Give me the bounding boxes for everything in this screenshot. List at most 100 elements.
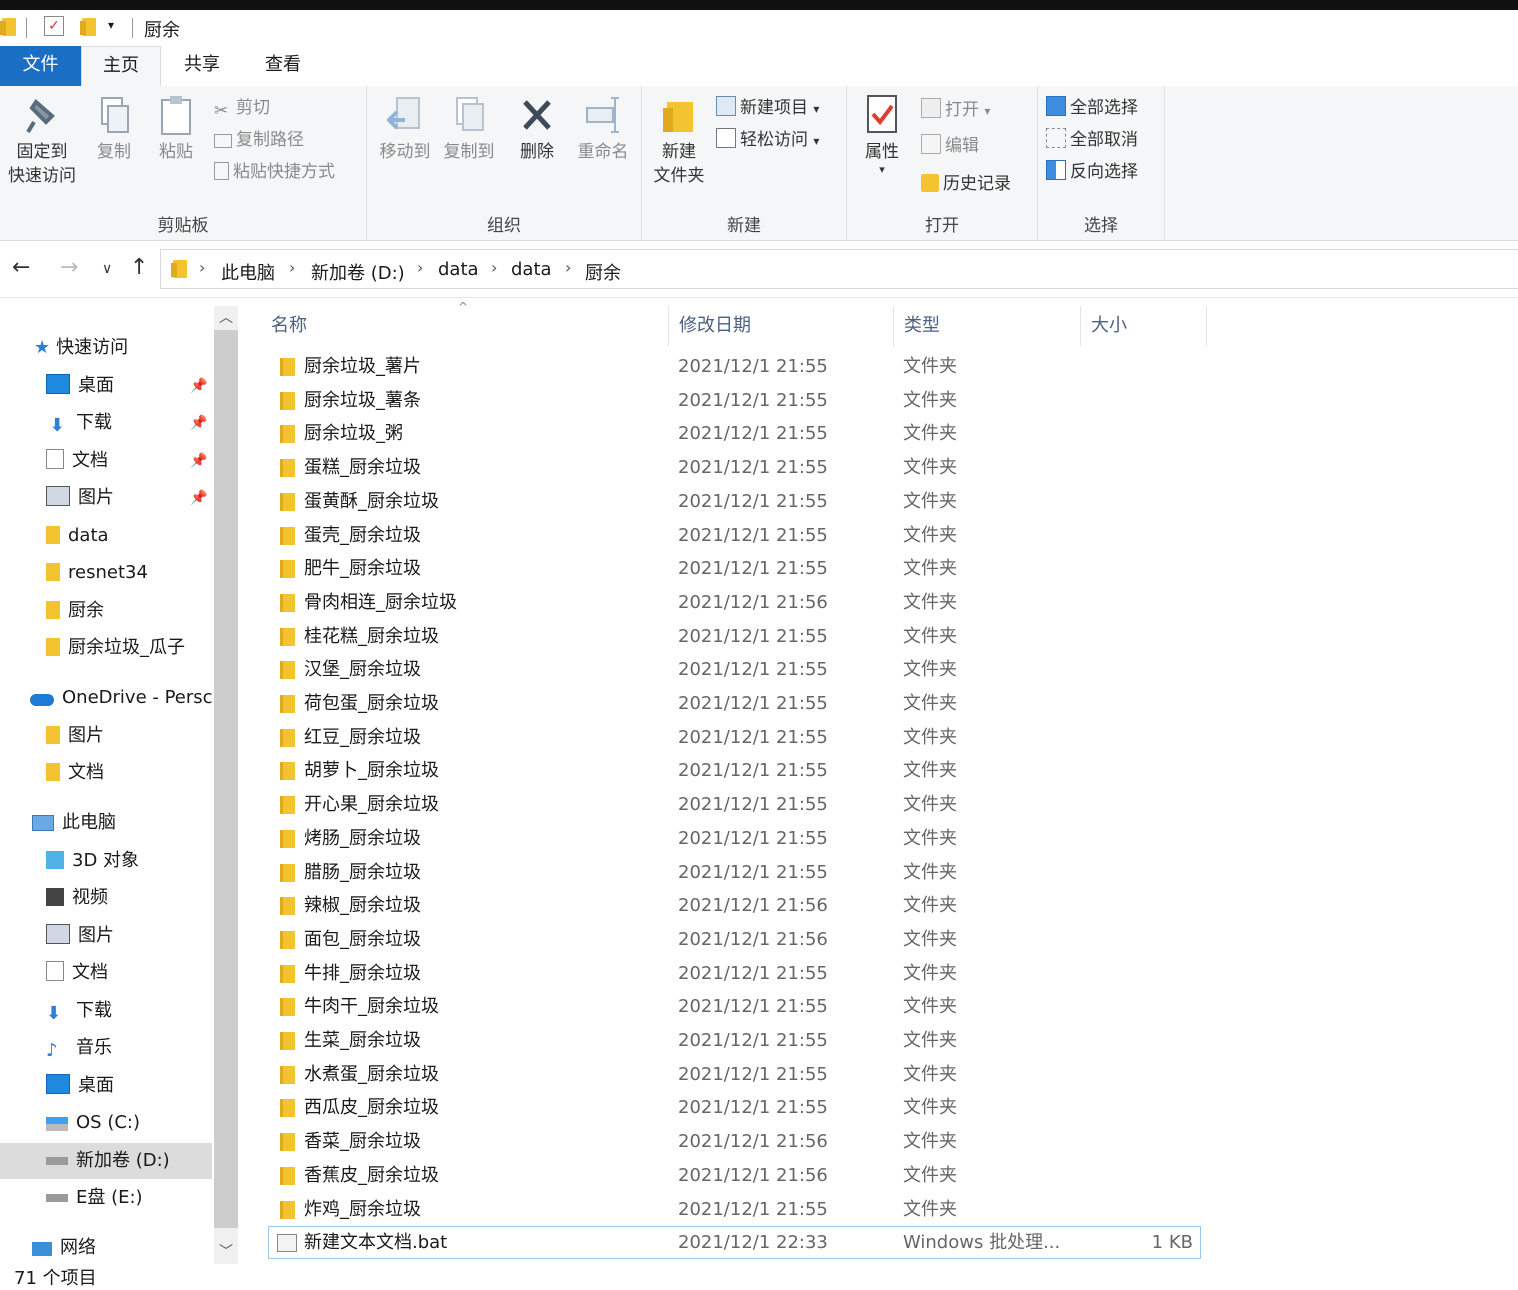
file-row[interactable]: 桂花糕_厨余垃圾 2021/12/1 21:55 文件夹 <box>268 620 1201 653</box>
sidebar-onedrive[interactable]: OneDrive - Persc <box>30 680 213 716</box>
breadcrumb-current[interactable]: 厨余 <box>585 259 621 285</box>
file-row[interactable]: 西瓜皮_厨余垃圾 2021/12/1 21:55 文件夹 <box>268 1091 1201 1124</box>
up-arrow-icon[interactable]: ↑ <box>130 255 148 280</box>
select-all-button[interactable]: 全部选择 <box>1046 94 1138 122</box>
breadcrumb-chevron-icon[interactable]: › <box>417 258 423 277</box>
customize-quick-access-chevron-icon[interactable]: ▾ <box>108 18 114 32</box>
sidebar-item-resnet34[interactable]: resnet34 <box>46 555 148 591</box>
new-folder-quick-icon[interactable] <box>80 18 96 36</box>
open-button[interactable]: 打开 ▾ <box>921 96 990 124</box>
delete-button[interactable]: 删除 <box>509 86 565 164</box>
breadcrumb-data[interactable]: data <box>511 259 552 280</box>
new-folder-button[interactable]: 新建 文件夹 <box>646 86 712 188</box>
file-row[interactable]: 骨肉相连_厨余垃圾 2021/12/1 21:56 文件夹 <box>268 586 1201 619</box>
file-row[interactable]: 香蕉皮_厨余垃圾 2021/12/1 21:56 文件夹 <box>268 1159 1201 1192</box>
sidebar-item-pc-documents[interactable]: 文档 <box>46 955 108 991</box>
recent-locations-chevron-icon[interactable]: ∨ <box>102 261 112 277</box>
tab-share[interactable]: 共享 <box>164 46 240 86</box>
copy-path-button[interactable]: 复制路径 <box>214 126 304 154</box>
sidebar-item-data[interactable]: data <box>46 518 109 554</box>
file-row[interactable]: 红豆_厨余垃圾 2021/12/1 21:55 文件夹 <box>268 721 1201 754</box>
scroll-down-arrow-icon[interactable]: ﹀ <box>214 1240 238 1264</box>
file-row[interactable]: 牛肉干_厨余垃圾 2021/12/1 21:55 文件夹 <box>268 990 1201 1023</box>
sidebar-item-downloads[interactable]: ⬇ 下载 <box>46 405 112 441</box>
file-row[interactable]: 新建文本文档.bat 2021/12/1 22:33 Windows 批处理... 1… <box>268 1226 1201 1260</box>
file-row[interactable]: 水煮蛋_厨余垃圾 2021/12/1 21:55 文件夹 <box>268 1058 1201 1091</box>
column-header-date[interactable]: 修改日期 <box>679 306 751 346</box>
column-header-type[interactable]: 类型 <box>904 306 940 346</box>
breadcrumb-chevron-icon[interactable]: › <box>565 258 571 277</box>
file-row[interactable]: 开心果_厨余垃圾 2021/12/1 21:55 文件夹 <box>268 788 1201 821</box>
breadcrumb-chevron-icon[interactable]: › <box>289 258 295 277</box>
breadcrumb-chevron-icon[interactable]: › <box>491 258 497 277</box>
file-row[interactable]: 汉堡_厨余垃圾 2021/12/1 21:55 文件夹 <box>268 653 1201 686</box>
forward-arrow-icon[interactable]: → <box>60 255 78 280</box>
column-divider[interactable] <box>893 306 894 346</box>
file-row[interactable]: 牛排_厨余垃圾 2021/12/1 21:55 文件夹 <box>268 957 1201 990</box>
file-row[interactable]: 荷包蛋_厨余垃圾 2021/12/1 21:55 文件夹 <box>268 687 1201 720</box>
file-row[interactable]: 蛋糕_厨余垃圾 2021/12/1 21:55 文件夹 <box>268 451 1201 484</box>
copy-to-button[interactable]: 复制到 <box>437 86 501 164</box>
address-box[interactable]: › 此电脑 › 新加卷 (D:) › data › data › 厨余 <box>160 249 1518 289</box>
paste-button[interactable]: 粘贴 <box>150 86 202 164</box>
file-row[interactable]: 蛋黄酥_厨余垃圾 2021/12/1 21:55 文件夹 <box>268 485 1201 518</box>
sidebar-item-guazi[interactable]: 厨余垃圾_瓜子 <box>46 630 185 666</box>
breadcrumb-chevron-icon[interactable]: › <box>199 258 205 277</box>
new-item-button[interactable]: 新建项目 ▾ <box>716 94 819 122</box>
tab-view[interactable]: 查看 <box>245 46 321 86</box>
breadcrumb-data[interactable]: data <box>438 259 479 280</box>
file-row[interactable]: 炸鸡_厨余垃圾 2021/12/1 21:55 文件夹 <box>268 1193 1201 1226</box>
sidebar-item-videos[interactable]: 视频 <box>46 880 108 916</box>
sidebar-item-documents[interactable]: 文档 <box>46 443 108 479</box>
sidebar-item-pictures[interactable]: 图片 <box>46 480 114 516</box>
file-row[interactable]: 厨余垃圾_粥 2021/12/1 21:55 文件夹 <box>268 417 1201 450</box>
breadcrumb-drive-d[interactable]: 新加卷 (D:) <box>311 259 405 285</box>
edit-button[interactable]: 编辑 <box>921 132 979 160</box>
sidebar-network[interactable]: 网络 <box>32 1230 96 1264</box>
sidebar-item-od-documents[interactable]: 文档 <box>46 755 104 791</box>
move-to-button[interactable]: 移动到 <box>373 86 437 164</box>
scrollbar-thumb[interactable] <box>214 330 238 1228</box>
sidebar-item-pc-downloads[interactable]: ⬇ 下载 <box>46 993 112 1029</box>
tab-home[interactable]: 主页 <box>81 46 161 87</box>
file-row[interactable]: 烤肠_厨余垃圾 2021/12/1 21:55 文件夹 <box>268 822 1201 855</box>
file-row[interactable]: 香菜_厨余垃圾 2021/12/1 21:56 文件夹 <box>268 1125 1201 1158</box>
copy-button[interactable]: 复制 <box>88 86 140 164</box>
invert-selection-button[interactable]: 反向选择 <box>1046 158 1138 186</box>
file-row[interactable]: 肥牛_厨余垃圾 2021/12/1 21:55 文件夹 <box>268 552 1201 585</box>
file-row[interactable]: 生菜_厨余垃圾 2021/12/1 21:55 文件夹 <box>268 1024 1201 1057</box>
properties-button[interactable]: 属性 ▾ <box>853 86 911 176</box>
file-row[interactable]: 面包_厨余垃圾 2021/12/1 21:56 文件夹 <box>268 923 1201 956</box>
sidebar-this-pc[interactable]: 此电脑 <box>32 805 116 841</box>
column-header-name[interactable]: 名称 <box>271 306 307 346</box>
rename-button[interactable]: 重命名 <box>567 86 639 164</box>
file-row[interactable]: 厨余垃圾_薯片 2021/12/1 21:55 文件夹 <box>268 350 1201 383</box>
file-row[interactable]: 蛋壳_厨余垃圾 2021/12/1 21:55 文件夹 <box>268 519 1201 552</box>
tab-file[interactable]: 文件 <box>0 46 81 86</box>
scroll-up-arrow-icon[interactable]: ︿ <box>214 306 238 330</box>
paste-shortcut-button[interactable]: 粘贴快捷方式 <box>214 158 335 186</box>
sidebar-item-desktop[interactable]: 桌面 <box>46 368 114 404</box>
pin-to-quick-access-button[interactable]: 固定到 快速访问 <box>2 86 82 188</box>
sidebar-item-pc-desktop[interactable]: 桌面 <box>46 1068 114 1104</box>
cut-button[interactable]: ✂ 剪切 <box>214 94 270 122</box>
sidebar-item-chuyu[interactable]: 厨余 <box>46 593 104 629</box>
sidebar-item-music[interactable]: ♪ 音乐 <box>46 1030 112 1066</box>
breadcrumb-this-pc[interactable]: 此电脑 <box>221 259 275 285</box>
sidebar-item-od-pictures[interactable]: 图片 <box>46 718 104 754</box>
sidebar-item-3d-objects[interactable]: 3D 对象 <box>46 843 139 879</box>
column-header-size[interactable]: 大小 <box>1091 306 1127 346</box>
file-row[interactable]: 辣椒_厨余垃圾 2021/12/1 21:56 文件夹 <box>268 889 1201 922</box>
properties-quick-icon[interactable]: ✓ <box>44 16 64 36</box>
back-arrow-icon[interactable]: ← <box>12 255 30 280</box>
column-divider[interactable] <box>1080 306 1081 346</box>
history-button[interactable]: 历史记录 <box>921 170 1011 198</box>
sidebar-quick-access[interactable]: ★ 快速访问 <box>34 330 128 366</box>
sidebar-item-drive-d[interactable]: 新加卷 (D:) <box>0 1143 212 1179</box>
easy-access-button[interactable]: 轻松访问 ▾ <box>716 126 819 154</box>
sidebar-item-pc-pictures[interactable]: 图片 <box>46 918 114 954</box>
column-divider[interactable] <box>668 306 669 346</box>
sidebar-scrollbar[interactable]: ︿ ﹀ <box>214 306 238 1264</box>
file-row[interactable]: 胡萝卜_厨余垃圾 2021/12/1 21:55 文件夹 <box>268 754 1201 787</box>
sidebar-item-drive-c[interactable]: OS (C:) <box>46 1105 140 1141</box>
